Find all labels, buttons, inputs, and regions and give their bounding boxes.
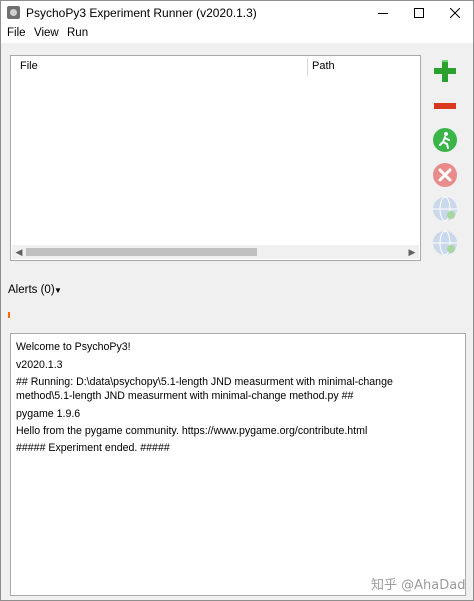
output-line: Welcome to PsychoPy3! <box>16 341 131 353</box>
run-online-button[interactable] <box>431 195 459 223</box>
column-header-path[interactable]: Path <box>312 60 335 72</box>
output-line: method\5.1-length JND measurment with mi… <box>16 390 354 402</box>
title-bar: PsychoPy3 Experiment Runner (v2020.1.3) <box>1 1 473 25</box>
horizontal-scrollbar[interactable]: ◀ ▶ <box>12 245 419 259</box>
add-file-button[interactable] <box>431 57 459 85</box>
close-button[interactable] <box>437 1 473 25</box>
online-icon <box>433 196 457 222</box>
output-line: Hello from the pygame community. https:/… <box>16 425 368 437</box>
maximize-button[interactable] <box>401 1 437 25</box>
stop-button[interactable] <box>431 161 459 189</box>
menu-run[interactable]: Run <box>67 27 88 39</box>
remove-file-button[interactable] <box>431 92 459 120</box>
psychopy-app-icon <box>7 6 20 19</box>
runner-window: PsychoPy3 Experiment Runner (v2020.1.3) … <box>0 0 474 601</box>
watermark: 知乎 @AhaDad <box>371 578 466 593</box>
minimize-icon <box>378 13 388 14</box>
stop-icon <box>433 163 457 187</box>
alerts-toggle[interactable]: Alerts (0) <box>8 284 55 296</box>
output-line: pygame 1.9.6 <box>16 408 81 420</box>
chevron-down-icon[interactable]: ▼ <box>54 286 62 295</box>
menu-view[interactable]: View <box>34 27 59 39</box>
run-icon <box>433 128 457 152</box>
scroll-left-icon[interactable]: ◀ <box>13 246 25 258</box>
remove-icon <box>434 103 456 109</box>
stdout-panel[interactable]: Welcome to PsychoPy3! v2020.1.3 ## Runni… <box>10 333 466 596</box>
scroll-right-icon[interactable]: ▶ <box>406 246 418 258</box>
maximize-icon <box>414 8 424 18</box>
window-title: PsychoPy3 Experiment Runner (v2020.1.3) <box>26 6 257 20</box>
output-line: v2020.1.3 <box>16 359 63 371</box>
file-list[interactable]: File Path ◀ ▶ <box>10 55 421 261</box>
minimize-button[interactable] <box>365 1 401 25</box>
run-button[interactable] <box>431 126 459 154</box>
online-run-button[interactable] <box>431 229 459 257</box>
output-line: ## Running: D:\data\psychopy\5.1-length … <box>16 376 393 388</box>
scrollbar-thumb[interactable] <box>26 248 257 256</box>
add-icon <box>434 60 456 82</box>
menu-file[interactable]: File <box>7 27 26 39</box>
online-run-icon <box>433 230 457 256</box>
menu-bar: File View Run <box>1 25 473 43</box>
close-icon <box>450 8 460 18</box>
alert-marker <box>8 312 10 318</box>
output-line: ##### Experiment ended. ##### <box>16 442 170 454</box>
column-divider[interactable] <box>307 58 308 76</box>
column-header-file[interactable]: File <box>20 60 38 72</box>
